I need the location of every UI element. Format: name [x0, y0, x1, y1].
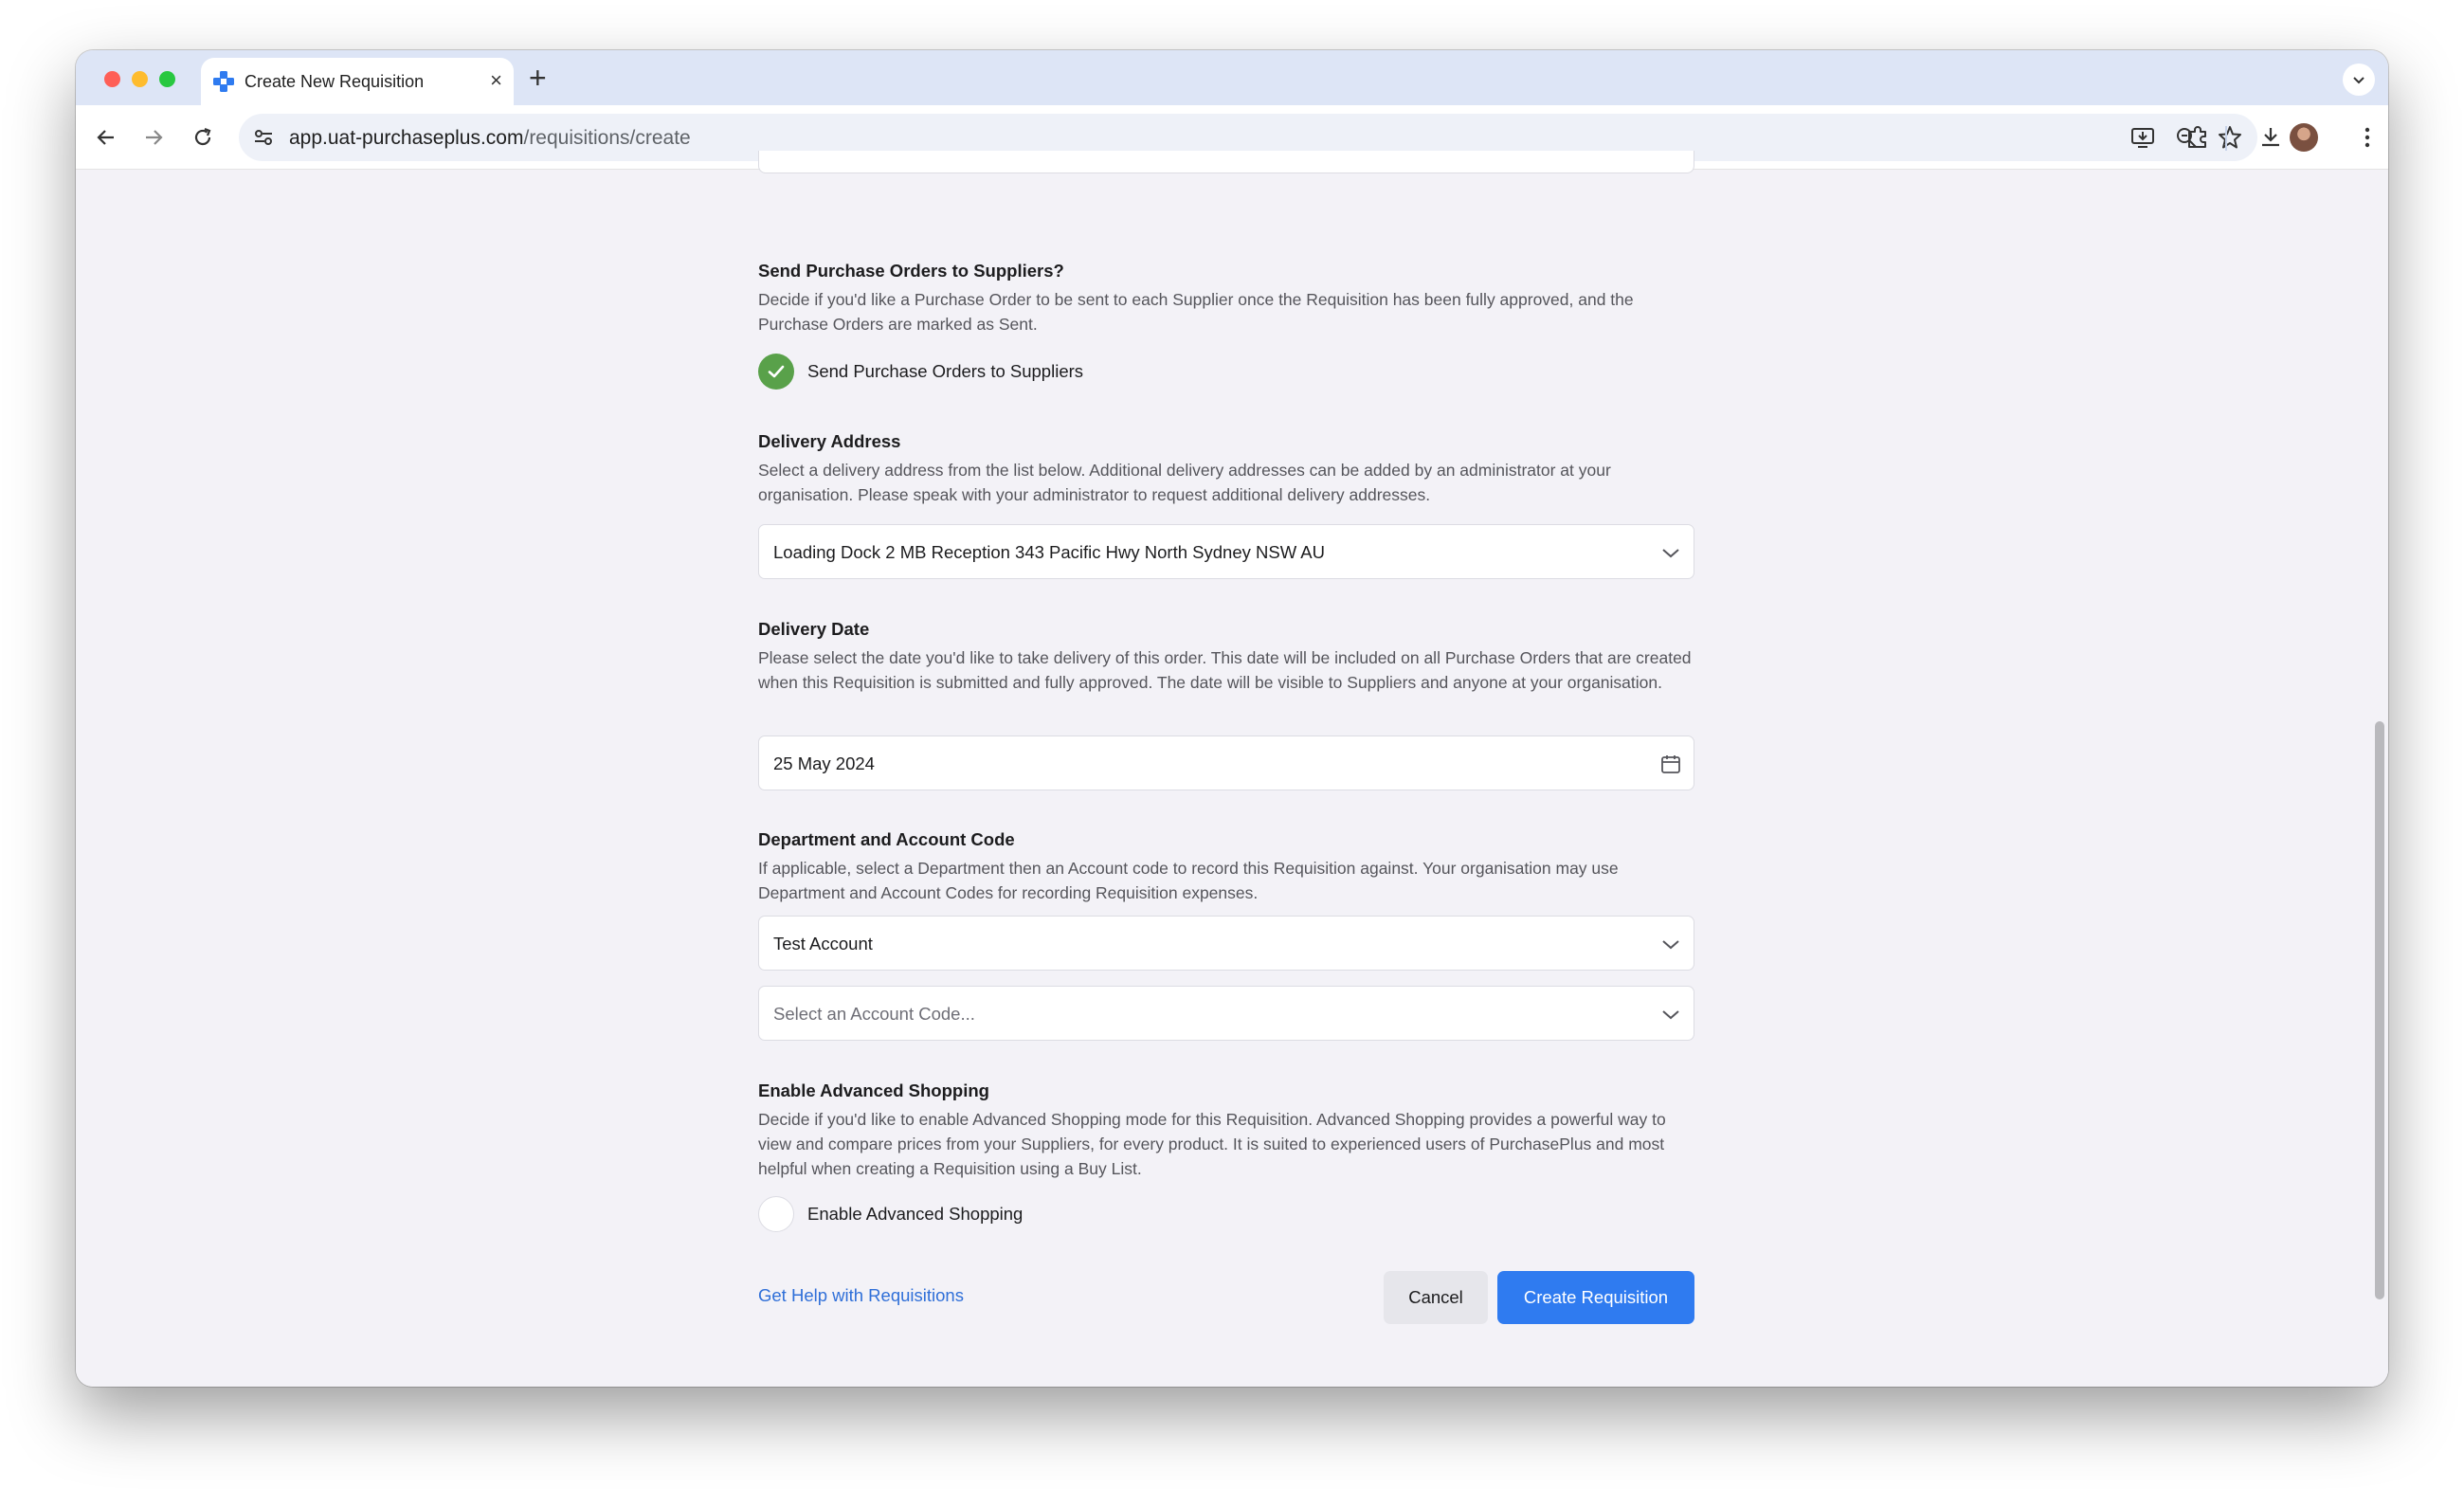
empty-checkbox-icon[interactable]: [758, 1196, 794, 1232]
tab-create-new-requisition[interactable]: Create New Requisition ×: [201, 58, 514, 105]
chevron-down-icon: [1659, 1003, 1682, 1026]
delivery-address-section: Delivery Address Select a delivery addre…: [758, 431, 1694, 507]
tab-title: Create New Requisition: [245, 72, 425, 91]
delivery-date-input[interactable]: 25 May 2024: [758, 735, 1694, 790]
department-title: Department and Account Code: [758, 829, 1015, 849]
reload-button[interactable]: [190, 124, 216, 151]
site-settings-icon[interactable]: [252, 126, 275, 154]
back-button[interactable]: [93, 124, 119, 151]
forward-button[interactable]: [140, 124, 167, 151]
cancel-button[interactable]: Cancel: [1384, 1271, 1488, 1324]
advanced-shopping-title: Enable Advanced Shopping: [758, 1080, 989, 1100]
send-po-description: Decide if you'd like a Purchase Order to…: [758, 290, 1634, 334]
arrow-right-icon: [146, 130, 163, 145]
tab-strip: Create New Requisition × +: [76, 50, 2388, 105]
puzzle-icon: [2188, 126, 2206, 148]
delivery-address-select[interactable]: Loading Dock 2 MB Reception 343 Pacific …: [758, 524, 1694, 579]
department-description: If applicable, select a Department then …: [758, 859, 1619, 902]
maximize-window-button[interactable]: [159, 71, 175, 87]
send-po-checkbox[interactable]: Send Purchase Orders to Suppliers: [758, 354, 1083, 390]
delivery-date-description: Please select the date you'd like to tak…: [758, 648, 1692, 692]
tab-close-icon[interactable]: ×: [490, 69, 502, 92]
calendar-icon[interactable]: [1659, 753, 1682, 775]
reload-icon: [194, 127, 211, 146]
extensions-button[interactable]: [2184, 124, 2211, 151]
chevron-down-icon: [2353, 77, 2364, 84]
delivery-address-value: Loading Dock 2 MB Reception 343 Pacific …: [773, 542, 1325, 562]
advanced-shopping-description: Decide if you'd like to enable Advanced …: [758, 1110, 1666, 1178]
tab-search-button[interactable]: [2343, 64, 2375, 96]
department-section: Department and Account Code If applicabl…: [758, 829, 1694, 905]
account-code-select[interactable]: Select an Account Code...: [758, 986, 1694, 1041]
page-content: Send Purchase Orders to Suppliers? Decid…: [76, 151, 2388, 1387]
more-vertical-icon: [2364, 127, 2370, 148]
advanced-shopping-checkbox-label[interactable]: Enable Advanced Shopping: [807, 1204, 1023, 1225]
send-po-checkbox-label[interactable]: Send Purchase Orders to Suppliers: [807, 361, 1083, 382]
help-requisitions-link[interactable]: Get Help with Requisitions: [758, 1285, 964, 1306]
browser-window: Create New Requisition × + app.uat-purch…: [76, 50, 2388, 1387]
browser-menu-button[interactable]: [2354, 124, 2381, 151]
new-tab-button[interactable]: +: [529, 61, 547, 95]
close-window-button[interactable]: [104, 71, 120, 87]
url-host: app.uat-purchaseplus.com: [289, 127, 524, 149]
delivery-address-description: Select a delivery address from the list …: [758, 461, 1611, 504]
department-value: Test Account: [773, 934, 873, 953]
chevron-down-icon: [1659, 541, 1682, 564]
delivery-date-title: Delivery Date: [758, 619, 870, 639]
create-requisition-button[interactable]: Create Requisition: [1497, 1271, 1694, 1324]
department-select[interactable]: Test Account: [758, 916, 1694, 971]
download-icon: [2262, 128, 2279, 147]
delivery-date-value: 25 May 2024: [773, 754, 875, 773]
url-text: app.uat-purchaseplus.com/requisitions/cr…: [289, 127, 691, 150]
downloads-button[interactable]: [2257, 124, 2284, 151]
bookmark-star-icon[interactable]: [2218, 125, 2242, 154]
previous-field-edge: [758, 151, 1694, 173]
purchaseplus-favicon-icon: [212, 70, 235, 93]
send-po-title: Send Purchase Orders to Suppliers?: [758, 261, 1064, 281]
advanced-shopping-section: Enable Advanced Shopping Decide if you'd…: [758, 1080, 1694, 1181]
toolbar-divider: [2225, 126, 2227, 151]
profile-avatar[interactable]: [2290, 123, 2318, 152]
account-code-placeholder: Select an Account Code...: [773, 1004, 975, 1024]
url-path: /requisitions/create: [523, 127, 691, 149]
scrollbar-thumb[interactable]: [2375, 721, 2384, 1299]
install-app-icon[interactable]: [2130, 125, 2155, 154]
arrow-left-icon: [97, 130, 114, 145]
check-icon[interactable]: [758, 354, 794, 390]
delivery-address-title: Delivery Address: [758, 431, 901, 451]
advanced-shopping-checkbox[interactable]: Enable Advanced Shopping: [758, 1196, 1023, 1232]
chevron-down-icon: [1659, 933, 1682, 955]
delivery-date-section: Delivery Date Please select the date you…: [758, 619, 1694, 695]
send-po-section: Send Purchase Orders to Suppliers? Decid…: [758, 261, 1694, 336]
minimize-window-button[interactable]: [132, 71, 148, 87]
